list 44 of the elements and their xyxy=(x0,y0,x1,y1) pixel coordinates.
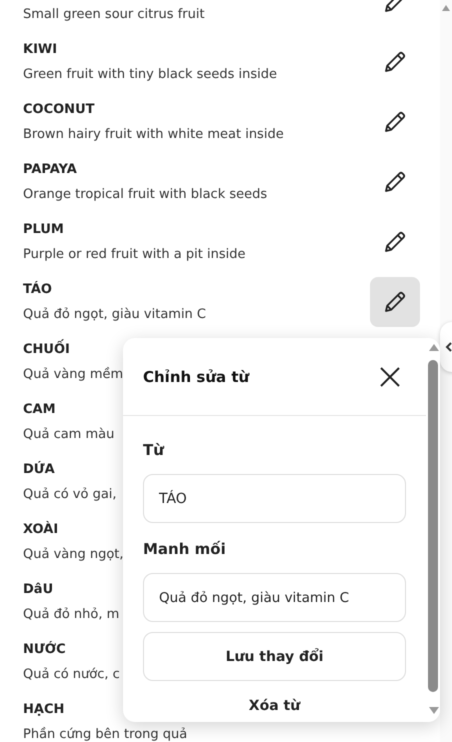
word-clue: Orange tropical fruit with black seeds xyxy=(23,186,268,203)
word-title: XOÀI xyxy=(23,521,60,538)
scrollbar-thumb[interactable] xyxy=(428,360,438,692)
word-clue: Quả cam màu xyxy=(23,426,114,443)
word-field[interactable]: TÁO xyxy=(143,474,406,523)
scroll-up-icon[interactable] xyxy=(442,5,450,11)
word-clue: Green fruit with tiny black seeds inside xyxy=(23,66,278,83)
pencil-icon xyxy=(383,50,407,74)
word-clue: Brown hairy fruit with white meat inside xyxy=(23,126,284,143)
word-title: KIWI xyxy=(23,41,58,58)
scrollbar[interactable] xyxy=(440,0,452,742)
word-clue: Quả đỏ ngọt, giàu vitamin C xyxy=(23,306,206,323)
clue-field[interactable]: Quả đỏ ngọt, giàu vitamin C xyxy=(143,573,406,622)
dialog-title: Chỉnh sửa từ xyxy=(143,368,250,386)
word-title: DỨA xyxy=(23,461,56,478)
edit-button[interactable] xyxy=(370,277,420,327)
word-title: HẠCH xyxy=(23,701,66,718)
word-title: TÁO xyxy=(23,281,53,298)
word-title: CAM xyxy=(23,401,57,418)
field-label: Manh mối xyxy=(143,539,227,560)
word-clue: Phần cứng bên trong quả xyxy=(23,726,188,742)
word-clue: Small green sour citrus fruit xyxy=(23,6,205,23)
word-title: COCONUT xyxy=(23,101,96,118)
word-title: PLUM xyxy=(23,221,65,238)
scroll-down-icon[interactable] xyxy=(429,707,439,714)
word-title: CHUỐI xyxy=(23,341,124,358)
close-icon[interactable] xyxy=(380,366,400,386)
scroll-up-icon[interactable] xyxy=(429,344,439,351)
word-clue: Purple or red fruit with a pit inside xyxy=(23,246,246,263)
word-clue: Quả vàng ngọt, xyxy=(23,546,124,563)
word-clue: Quả có vỏ gai, xyxy=(23,486,117,503)
word-clue: Quả có nước, c xyxy=(23,666,120,683)
pencil-icon xyxy=(383,290,407,314)
field-label: Từ xyxy=(143,440,166,461)
word-clue: Quả vàng mềm xyxy=(23,366,124,383)
delete-button[interactable]: Xóa từ xyxy=(240,694,308,718)
word-title: PAPAYA xyxy=(23,161,78,178)
pencil-icon xyxy=(383,230,407,254)
word-title: NƯỚC xyxy=(23,641,67,658)
word-title: DâU xyxy=(23,581,54,598)
pencil-icon xyxy=(383,110,407,134)
word-clue: Quả đỏ nhỏ, m xyxy=(23,606,120,623)
pencil-icon xyxy=(383,170,407,194)
save-button[interactable]: Lưu thay đổi xyxy=(143,632,406,681)
